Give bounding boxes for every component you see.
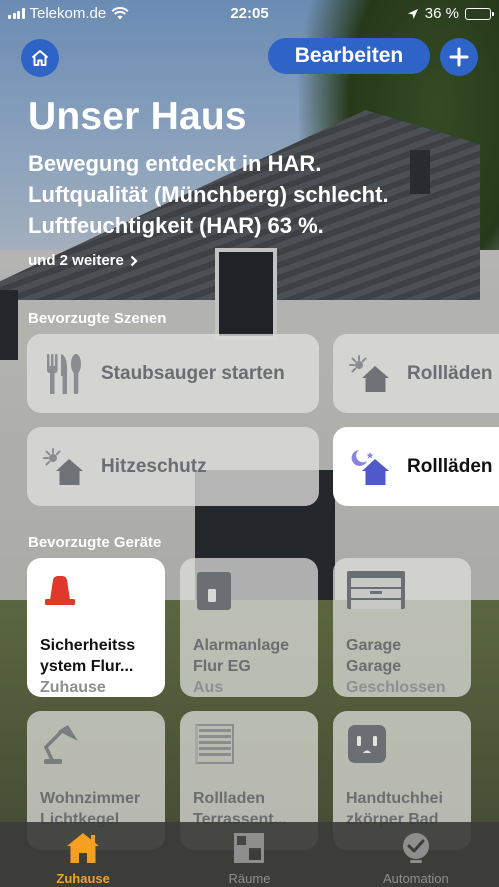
summary-line: Luftfeuchtigkeit (HAR) 63 %. xyxy=(28,213,324,238)
more-link[interactable]: und 2 weitere xyxy=(28,252,138,269)
tab-automation[interactable]: Automation xyxy=(333,822,499,887)
house-icon xyxy=(31,50,49,66)
tab-label: Räume xyxy=(228,871,271,886)
edit-button[interactable]: Bearbeiten xyxy=(268,38,430,74)
tab-bar: Zuhause Räume Automation xyxy=(0,822,499,887)
tab-label: Automation xyxy=(382,871,449,886)
garage-icon xyxy=(346,570,459,624)
summary-line: Luftqualität (Münchberg) schlecht. xyxy=(28,182,389,207)
scene-label: Rollläden xyxy=(407,362,493,384)
battery-icon xyxy=(465,7,494,20)
scene-label: Rollläden N xyxy=(407,455,499,477)
tab-label: Zuhause xyxy=(56,871,110,886)
more-label: und 2 weitere xyxy=(28,252,124,269)
device-tile[interactable]: Garage Garage Geschlossen xyxy=(333,558,471,697)
sun-house-icon xyxy=(333,354,407,394)
device-name: Alarmanlage Flur EG xyxy=(193,637,290,675)
scene-label: Staubsauger starten xyxy=(101,362,285,384)
plus-icon xyxy=(449,47,469,67)
battery-percent: 36 % xyxy=(424,5,459,22)
desk-lamp-icon xyxy=(40,723,153,777)
scene-tile[interactable]: Hitzeschutz xyxy=(27,427,319,506)
scene-tile[interactable]: Staubsauger starten xyxy=(27,334,319,413)
scene-tile[interactable]: Rollläden xyxy=(333,334,499,413)
siren-icon xyxy=(40,570,153,624)
device-state: Geschlossen xyxy=(346,679,446,696)
house-icon xyxy=(67,833,100,863)
cutlery-icon xyxy=(27,352,101,396)
outlet-icon xyxy=(346,723,459,777)
tab-rooms[interactable]: Räume xyxy=(166,822,332,887)
device-state: Zuhause xyxy=(40,679,106,696)
page-title: Unser Haus xyxy=(28,95,247,138)
tab-home[interactable]: Zuhause xyxy=(0,822,166,887)
summary-line: Bewegung entdeckt in HAR. xyxy=(28,151,322,176)
sensor-icon xyxy=(193,570,306,624)
scene-label: Hitzeschutz xyxy=(101,455,207,477)
moon-house-icon xyxy=(333,447,407,487)
device-tile[interactable]: Alarmanlage Flur EG Aus xyxy=(180,558,318,697)
scenes-section-title: Bevorzugte Szenen xyxy=(28,310,167,327)
location-arrow-icon xyxy=(407,8,418,19)
add-button[interactable] xyxy=(440,38,478,76)
scene-tile[interactable]: Rollläden N xyxy=(333,427,499,506)
home-button[interactable] xyxy=(21,39,59,77)
rooms-icon xyxy=(234,833,265,863)
device-state: Aus xyxy=(193,679,224,696)
automation-icon xyxy=(402,833,429,863)
device-name: Garage Garage xyxy=(346,637,402,675)
device-tile[interactable]: Sicherheitss ystem Flur... Zuhause xyxy=(27,558,165,697)
status-bar: Telekom.de 22:05 36 % xyxy=(0,0,499,30)
chevron-right-icon xyxy=(130,255,138,266)
device-name: Sicherheitss ystem Flur... xyxy=(40,637,136,675)
blinds-icon xyxy=(193,723,306,777)
status-summary[interactable]: Bewegung entdeckt in HAR. Luftqualität (… xyxy=(28,148,389,241)
sun-house-icon xyxy=(27,447,101,487)
devices-section-title: Bevorzugte Geräte xyxy=(28,534,162,551)
